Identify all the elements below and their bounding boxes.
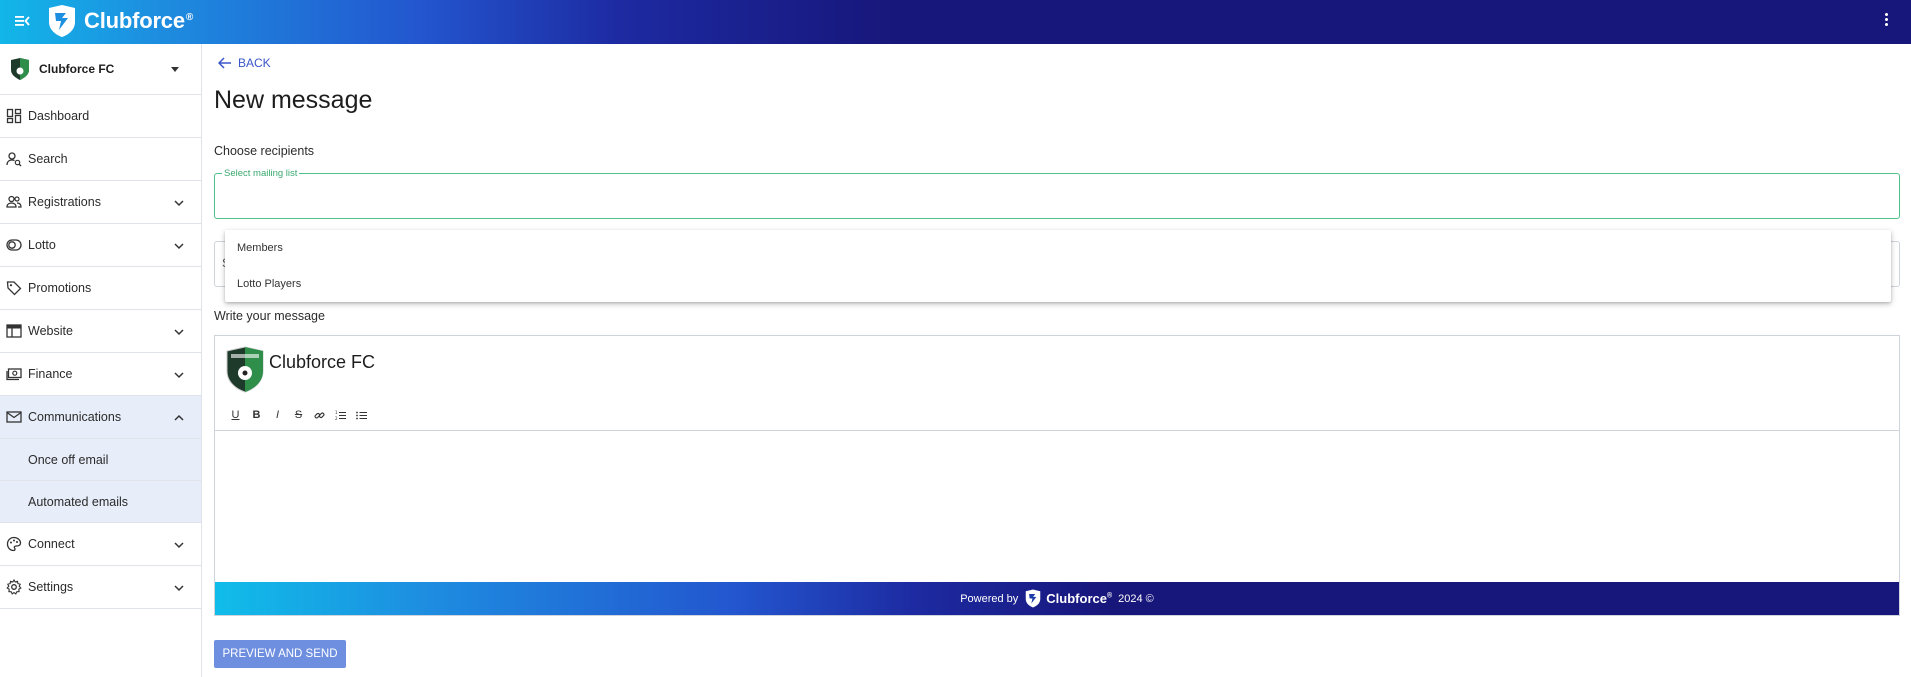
mail-icon (6, 411, 22, 423)
message-label: Write your message (214, 309, 325, 323)
bold-button[interactable]: B (246, 408, 267, 422)
italic-button[interactable]: I (267, 408, 288, 422)
recipients-label: Choose recipients (214, 144, 315, 158)
chevron-down-icon (174, 542, 184, 549)
palette-icon (6, 536, 22, 552)
person-search-icon (6, 152, 22, 167)
more-options-icon[interactable] (1883, 11, 1889, 31)
link-button[interactable] (309, 408, 330, 422)
clubforce-shield-icon (49, 5, 75, 37)
sidebar-item-finance[interactable]: Finance (0, 353, 201, 396)
sidebar-subitem-automated-emails[interactable]: Automated emails (0, 481, 201, 523)
mailing-list-option-lotto-players[interactable]: Lotto Players (225, 266, 1891, 302)
tag-icon (6, 281, 22, 296)
club-selector[interactable]: Clubforce FC (0, 44, 201, 95)
mailing-list-select[interactable]: Select mailing list (214, 168, 1900, 219)
people-icon (6, 195, 22, 208)
strikethrough-icon: S (294, 409, 303, 421)
sidebar-subitem-label: Once off email (28, 452, 109, 467)
club-crest-icon (11, 58, 29, 80)
clubforce-shield-icon (1026, 589, 1041, 608)
editor-club-name: Clubforce FC (269, 352, 376, 372)
sidebar-item-registrations[interactable]: Registrations (0, 181, 201, 224)
sidebar-item-website[interactable]: Website (0, 310, 201, 353)
club-name: Clubforce FC (39, 62, 115, 76)
main-content: BACK New message Choose recipients Selec… (203, 44, 1911, 677)
top-app-bar: Clubforce® (0, 0, 1911, 44)
footer-powered-by: Powered by (960, 592, 1019, 605)
bullet-list-icon (356, 411, 367, 419)
sidebar: Clubforce FC Dashboard Search Registrati… (0, 44, 202, 677)
message-body-input[interactable] (215, 431, 1899, 586)
chevron-down-icon (174, 585, 184, 592)
sidebar-item-label: Finance (28, 367, 73, 381)
chevron-down-icon (174, 243, 184, 250)
sidebar-subitem-once-off-email[interactable]: Once off email (0, 439, 201, 481)
message-editor: Clubforce FC U B I S 1 2 Powered by Club… (214, 335, 1900, 616)
mailing-list-dropdown: Members Lotto Players (225, 230, 1891, 302)
svg-text:2: 2 (335, 416, 338, 421)
underline-icon: U (231, 409, 240, 421)
mailing-list-option-members[interactable]: Members (225, 230, 1891, 266)
dashboard-icon (6, 108, 22, 124)
footer-clubforce-logo: Clubforce® (1024, 589, 1112, 608)
toggle-icon (6, 239, 22, 251)
clubforce-logo[interactable]: Clubforce® (46, 2, 193, 40)
caret-down-icon (171, 66, 179, 72)
editor-header: Clubforce FC (215, 336, 1899, 393)
sidebar-item-label: Settings (28, 580, 74, 594)
bold-icon: B (252, 409, 261, 421)
strikethrough-button[interactable]: S (288, 408, 309, 422)
underline-button[interactable]: U (225, 408, 246, 422)
sidebar-item-label: Registrations (28, 195, 101, 209)
footer-year: 2024 © (1118, 592, 1154, 605)
chevron-up-icon (174, 414, 184, 421)
preview-and-send-button[interactable]: PREVIEW AND SEND (214, 640, 346, 668)
sidebar-item-dashboard[interactable]: Dashboard (0, 95, 201, 138)
gear-icon (6, 579, 22, 595)
sidebar-item-label: Website (28, 324, 73, 338)
footer-brand: Clubforce® (1046, 591, 1113, 606)
sidebar-item-label: Connect (28, 537, 75, 551)
club-crest-icon (226, 346, 264, 393)
svg-text:1: 1 (335, 410, 338, 415)
sidebar-item-settings[interactable]: Settings (0, 566, 201, 609)
cash-icon (6, 368, 22, 381)
sidebar-item-promotions[interactable]: Promotions (0, 267, 201, 310)
web-icon (6, 324, 22, 338)
arrow-left-icon (218, 57, 231, 69)
sidebar-item-search[interactable]: Search (0, 138, 201, 181)
chevron-down-icon (174, 200, 184, 207)
back-link[interactable]: BACK (218, 56, 271, 70)
chevron-down-icon (174, 329, 184, 336)
link-icon (314, 412, 325, 418)
brand-name: Clubforce® (84, 8, 194, 33)
email-footer: Powered by Clubforce® 2024 © (215, 582, 1899, 615)
sidebar-item-label: Communications (28, 410, 122, 424)
back-label: BACK (238, 56, 271, 70)
page-title: New message (214, 86, 373, 114)
ordered-list-button[interactable]: 1 2 (330, 408, 351, 422)
mailing-list-float-label: Select mailing list (222, 168, 300, 179)
sidebar-item-label: Promotions (28, 281, 92, 295)
sidebar-subitem-label: Automated emails (28, 494, 129, 509)
sidebar-item-communications[interactable]: Communications (0, 396, 201, 439)
sidebar-item-lotto[interactable]: Lotto (0, 224, 201, 267)
sidebar-item-label: Search (28, 152, 68, 166)
sidebar-item-label: Lotto (28, 238, 56, 252)
sidebar-item-label: Dashboard (28, 109, 90, 123)
ordered-list-icon: 1 2 (335, 410, 346, 421)
chevron-down-icon (174, 372, 184, 379)
menu-collapse-icon[interactable] (12, 10, 34, 32)
italic-icon: I (275, 409, 280, 421)
bullet-list-button[interactable] (351, 408, 372, 422)
sidebar-item-connect[interactable]: Connect (0, 523, 201, 566)
editor-toolbar: U B I S 1 2 (225, 408, 372, 422)
